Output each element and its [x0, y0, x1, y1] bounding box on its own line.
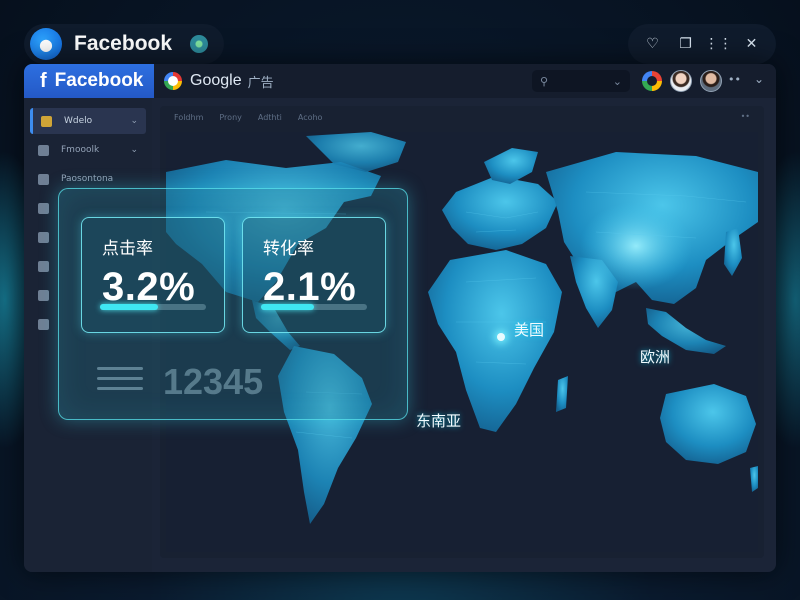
tab-bar: f Facebook Google 广告 ⚲ ⌄ •• ⌄ — [24, 64, 776, 98]
progress-bar — [100, 304, 206, 310]
map-header-item[interactable]: Prony — [219, 113, 242, 122]
app-title-pill[interactable]: ● Facebook — [24, 24, 224, 64]
search-icon: ⚲ — [540, 74, 549, 88]
tab-google-sublabel: 广告 — [247, 74, 274, 90]
google-icon[interactable] — [642, 71, 662, 91]
chevron-down-icon[interactable]: ⌄ — [754, 72, 764, 86]
stats-overlay-panel: 点击率 3.2% 转化率 2.1% 12345 — [58, 188, 408, 420]
list-icon — [97, 367, 143, 397]
stat-label: 转化率 — [263, 239, 314, 259]
mail-icon — [38, 260, 49, 272]
app-title: Facebook — [74, 32, 173, 55]
china-glow — [580, 202, 692, 290]
japan-shape — [724, 228, 742, 276]
stat-card-ctr[interactable]: 点击率 3.2% — [81, 217, 225, 333]
globe-icon — [38, 289, 49, 301]
facebook-f-icon: f — [40, 69, 47, 92]
ghost-number: 12345 — [163, 361, 264, 402]
progress-bar-fill — [261, 304, 314, 310]
europe-shape — [442, 176, 558, 250]
chevron-down-icon: ⌄ — [130, 116, 138, 126]
dashboard-icon — [41, 115, 52, 127]
location-marker-icon[interactable] — [497, 333, 505, 341]
africa-shape — [428, 250, 562, 432]
avatar[interactable] — [670, 70, 692, 92]
status-badge-icon — [190, 35, 208, 53]
sidebar-item-home[interactable]: Fmooolk ⌄ — [30, 137, 146, 163]
google-shield-icon — [164, 72, 182, 90]
search-input[interactable]: ⚲ ⌄ — [532, 70, 630, 92]
australia-shape — [660, 384, 756, 464]
briefcase-icon — [38, 231, 49, 243]
document-icon — [38, 202, 49, 214]
app-logo-icon: ● — [30, 28, 62, 60]
scandinavia-shape — [484, 148, 538, 184]
tab-facebook[interactable]: f Facebook — [24, 64, 154, 98]
chevron-down-icon: ⌄ — [612, 74, 622, 88]
stat-card-conversion[interactable]: 转化率 2.1% — [242, 217, 386, 333]
sidebar-item-dashboard[interactable]: Wdelo ⌄ — [30, 108, 146, 134]
progress-bar-fill — [100, 304, 159, 310]
new-zealand-shape — [750, 466, 758, 492]
region-label-usa[interactable]: 美国 — [514, 319, 544, 340]
signal-icon[interactable]: ⋮⋮ — [705, 32, 733, 56]
sidebar-item-label: Paosontona — [61, 174, 114, 184]
folder-icon — [38, 173, 49, 185]
region-label-southeast-asia[interactable]: 东南亚 — [416, 410, 461, 431]
home-icon — [38, 144, 49, 156]
map-header-item[interactable]: Foldhm — [174, 113, 203, 122]
chevron-down-icon: ⌄ — [130, 145, 138, 155]
map-header: Foldhm Prony Adthti Acoho •• — [160, 106, 764, 128]
shield-heart-icon[interactable]: ♡ — [641, 32, 665, 56]
avatar[interactable] — [700, 70, 722, 92]
stat-label: 点击率 — [102, 239, 153, 259]
tab-google[interactable]: Google 广告 — [164, 64, 274, 98]
tab-google-label: Google — [190, 72, 242, 89]
sidebar-item-label: Wdelo — [64, 116, 93, 126]
close-icon[interactable]: ✕ — [740, 32, 764, 56]
top-bar: ● Facebook ♡ ❐ ⋮⋮ ✕ — [24, 24, 776, 64]
restore-icon[interactable]: ❐ — [674, 32, 698, 56]
more-icon[interactable]: •• — [728, 73, 741, 86]
settings-icon — [38, 318, 49, 330]
map-header-item[interactable]: Acoho — [298, 113, 323, 122]
tab-facebook-label: Facebook — [54, 70, 144, 91]
madagascar-shape — [556, 376, 568, 412]
sidebar-item-label: Fmooolk — [61, 145, 100, 155]
progress-bar — [261, 304, 367, 310]
more-icon[interactable]: •• — [741, 112, 750, 121]
region-label-europe[interactable]: 欧洲 — [640, 346, 670, 367]
window-controls: ♡ ❐ ⋮⋮ ✕ — [628, 24, 776, 64]
map-header-item[interactable]: Adthti — [258, 113, 282, 122]
